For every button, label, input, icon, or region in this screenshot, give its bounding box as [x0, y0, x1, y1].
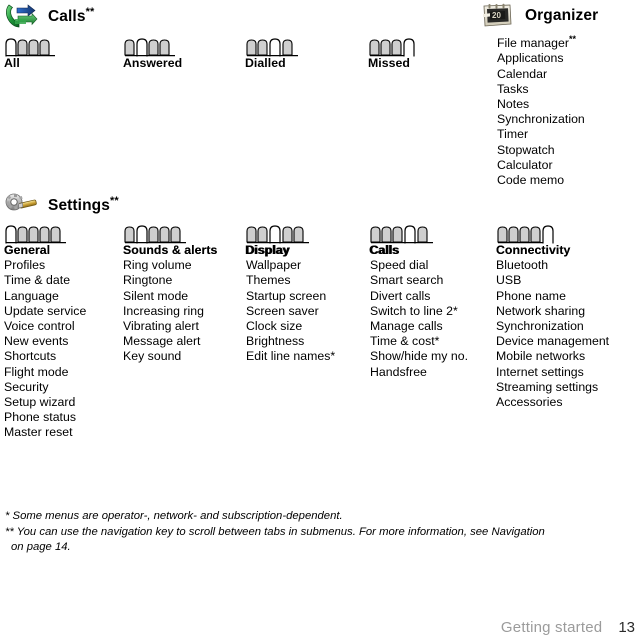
calls-section-header: Calls** [4, 2, 94, 30]
organizer-section-title: Organizer [525, 7, 599, 24]
list-item[interactable]: Smart search [370, 273, 468, 288]
list-item[interactable]: Ringtone [123, 273, 217, 288]
list-item[interactable]: Stopwatch [497, 143, 585, 158]
list-item[interactable]: Setup wizard [4, 395, 86, 410]
list-item[interactable]: Network sharing [496, 304, 609, 319]
tab-label-all: All [4, 56, 20, 70]
tabstrip-dialled[interactable] [245, 37, 317, 57]
list-item[interactable]: Mobile networks [496, 349, 609, 364]
column-heading: Sounds & alerts [123, 243, 218, 257]
list-item[interactable]: Calendar [497, 67, 585, 82]
list-item[interactable]: Profiles [4, 258, 86, 273]
list-item[interactable]: Synchronization [497, 112, 585, 127]
footer-chapter-label: Getting started [500, 619, 603, 636]
settings-section-header: Settings** [4, 191, 119, 219]
list-item[interactable]: Ring volume [123, 258, 217, 273]
tabstrip-all[interactable] [4, 37, 76, 57]
list-item[interactable]: Notes [497, 97, 585, 112]
tab-label-missed: Missed [368, 56, 410, 70]
list-item[interactable]: Handsfree [370, 365, 468, 380]
list-item[interactable]: Edit line names* [246, 349, 335, 364]
settings-wrench-icon [4, 191, 38, 219]
footnote-single-star: * Some menus are operator-, network- and… [5, 510, 343, 522]
list-item[interactable]: Voice control [4, 319, 86, 334]
list-item[interactable]: Calculator [497, 158, 585, 173]
list-item[interactable]: Time & cost* [370, 334, 468, 349]
tabstrip-missed[interactable] [368, 37, 440, 57]
column-heading: Calls [370, 243, 400, 257]
list-item[interactable]: Vibrating alert [123, 319, 217, 334]
settings-section-title: Settings** [48, 194, 119, 215]
list-item[interactable]: Screen saver [246, 304, 335, 319]
page-footer: Getting started 13 [501, 619, 635, 636]
settings-column-calls: Calls Speed dial Smart search Divert cal… [370, 243, 468, 380]
tabstrip-answered[interactable] [123, 37, 195, 57]
svg-text:20: 20 [492, 11, 501, 20]
list-item[interactable]: Security [4, 380, 86, 395]
tabstrip-sounds-alerts[interactable] [123, 224, 215, 244]
tabstrip-connectivity[interactable] [496, 224, 588, 244]
list-item[interactable]: Divert calls [370, 289, 468, 304]
tab-label-dialled: Dialled [245, 56, 286, 70]
footnote-double-star: ** You can use the navigation key to scr… [5, 525, 545, 538]
column-heading: General [4, 243, 51, 257]
list-item[interactable]: Code memo [497, 173, 585, 188]
settings-column-display: Display Wallpaper Themes Startup screen … [246, 243, 335, 365]
list-item[interactable]: Clock size [246, 319, 335, 334]
column-heading: Connectivity [496, 243, 571, 257]
list-item[interactable]: Switch to line 2* [370, 304, 468, 319]
list-item[interactable]: Tasks [497, 82, 585, 97]
settings-column-sounds-alerts: Sounds & alerts Ring volume Ringtone Sil… [123, 243, 217, 365]
list-item[interactable]: Brightness [246, 334, 335, 349]
list-item[interactable]: New events [4, 334, 86, 349]
list-item[interactable]: USB [496, 273, 609, 288]
list-item[interactable]: Show/hide my no. [370, 349, 468, 364]
page-number: 13 [618, 619, 635, 636]
list-item[interactable]: Streaming settings [496, 380, 609, 395]
column-heading: Display [246, 243, 291, 257]
list-item[interactable]: Message alert [123, 334, 217, 349]
tabstrip-general[interactable] [4, 224, 96, 244]
list-item[interactable]: Accessories [496, 395, 609, 410]
list-item[interactable]: Wallpaper [246, 258, 335, 273]
list-item[interactable]: Bluetooth [496, 258, 609, 273]
list-item[interactable]: Speed dial [370, 258, 468, 273]
tabstrip-calls-settings[interactable] [369, 224, 461, 244]
tab-label-answered: Answered [123, 56, 183, 70]
list-item[interactable]: Shortcuts [4, 349, 86, 364]
list-item[interactable]: File manager** [497, 32, 585, 51]
list-item[interactable]: Language [4, 289, 86, 304]
list-item[interactable]: Themes [246, 273, 335, 288]
list-item[interactable]: Master reset [4, 425, 86, 440]
list-item[interactable]: Applications [497, 51, 585, 66]
list-item[interactable]: Increasing ring [123, 304, 217, 319]
calls-section-title: Calls** [48, 5, 95, 26]
list-item[interactable]: Manage calls [370, 319, 468, 334]
list-item[interactable]: Timer [497, 127, 585, 142]
list-item[interactable]: Synchronization [496, 319, 609, 334]
list-item[interactable]: Startup screen [246, 289, 335, 304]
list-item[interactable]: Internet settings [496, 365, 609, 380]
list-item[interactable]: Device management [496, 334, 609, 349]
list-item[interactable]: Phone name [496, 289, 609, 304]
list-item[interactable]: Key sound [123, 349, 217, 364]
organizer-menu-list: File manager** Applications Calendar Tas… [497, 32, 585, 188]
phone-calls-icon [4, 2, 38, 30]
organizer-calendar-icon: 20 [481, 2, 515, 30]
settings-column-connectivity: Connectivity Bluetooth USB Phone name Ne… [496, 243, 609, 410]
settings-column-general: General Profiles Time & date Language Up… [4, 243, 86, 441]
tabstrip-display[interactable] [245, 224, 337, 244]
footnote-continuation: on page 14. [11, 541, 71, 553]
list-item[interactable]: Update service [4, 304, 86, 319]
list-item[interactable]: Phone status [4, 410, 86, 425]
list-item[interactable]: Flight mode [4, 365, 86, 380]
organizer-section-header: 20 Organizer [481, 2, 598, 30]
list-item[interactable]: Silent mode [123, 289, 217, 304]
footnotes: * Some menus are operator-, network- and… [5, 509, 625, 556]
list-item[interactable]: Time & date [4, 273, 86, 288]
